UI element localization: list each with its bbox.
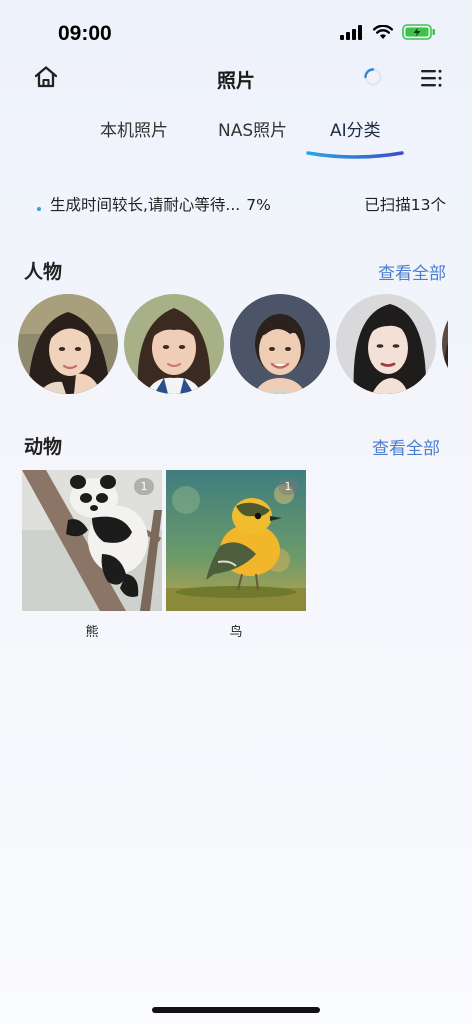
scan-percent: 7% (246, 196, 271, 214)
cellular-signal-icon (340, 24, 362, 40)
person-avatar[interactable] (442, 294, 448, 394)
animals-view-all-link[interactable]: 查看全部 (372, 434, 440, 459)
menu-button[interactable] (418, 66, 444, 90)
animals-section-title: 动物 (24, 436, 63, 458)
animal-label: 鸟 (229, 625, 243, 640)
scanned-count: 已扫描13个 (364, 196, 446, 214)
animal-card-bear[interactable]: 1 熊 (22, 470, 162, 640)
page-title: 照片 (216, 70, 255, 92)
person-avatar[interactable] (336, 294, 436, 394)
person-avatar[interactable] (230, 294, 330, 394)
loading-spinner-icon (362, 66, 384, 88)
active-tab-underline (306, 151, 404, 159)
home-indicator[interactable] (152, 1007, 320, 1013)
scan-progress: 生成时间较长,请耐心等待... 7% 已扫描13个 (0, 192, 472, 216)
animal-label: 熊 (85, 625, 99, 640)
nav-bar: 照片 (0, 58, 472, 98)
photo-count-badge: 1 (278, 478, 298, 495)
status-icons (340, 24, 436, 40)
menu-list-icon (421, 69, 442, 87)
animal-card-bird[interactable]: 1 鸟 (166, 470, 306, 640)
wifi-icon (373, 24, 393, 39)
animal-thumbnail[interactable]: 1 (166, 470, 306, 611)
battery-charging-icon (402, 24, 435, 40)
progress-dot-icon (37, 207, 41, 211)
tab-bar: 本机照片 NAS照片 AI分类 (0, 116, 472, 166)
scan-status-text: 生成时间较长,请耐心等待... 7% (50, 193, 271, 215)
tab-nas-photos[interactable]: NAS照片 (218, 116, 287, 141)
tab-local-photos[interactable]: 本机照片 (100, 116, 168, 141)
status-bar: 09:00 (0, 0, 472, 64)
tab-ai-classify[interactable]: AI分类 (330, 116, 381, 141)
animal-thumbnail[interactable]: 1 (22, 470, 162, 611)
person-avatar[interactable] (124, 294, 224, 394)
people-section-title: 人物 (24, 261, 63, 283)
people-view-all-link[interactable]: 查看全部 (378, 259, 446, 284)
photo-count-badge: 1 (134, 478, 154, 495)
person-avatar[interactable] (18, 294, 118, 394)
people-face-list (18, 294, 448, 398)
scan-status-message: 生成时间较长,请耐心等待... (50, 196, 241, 214)
status-time: 09:00 (58, 22, 112, 45)
